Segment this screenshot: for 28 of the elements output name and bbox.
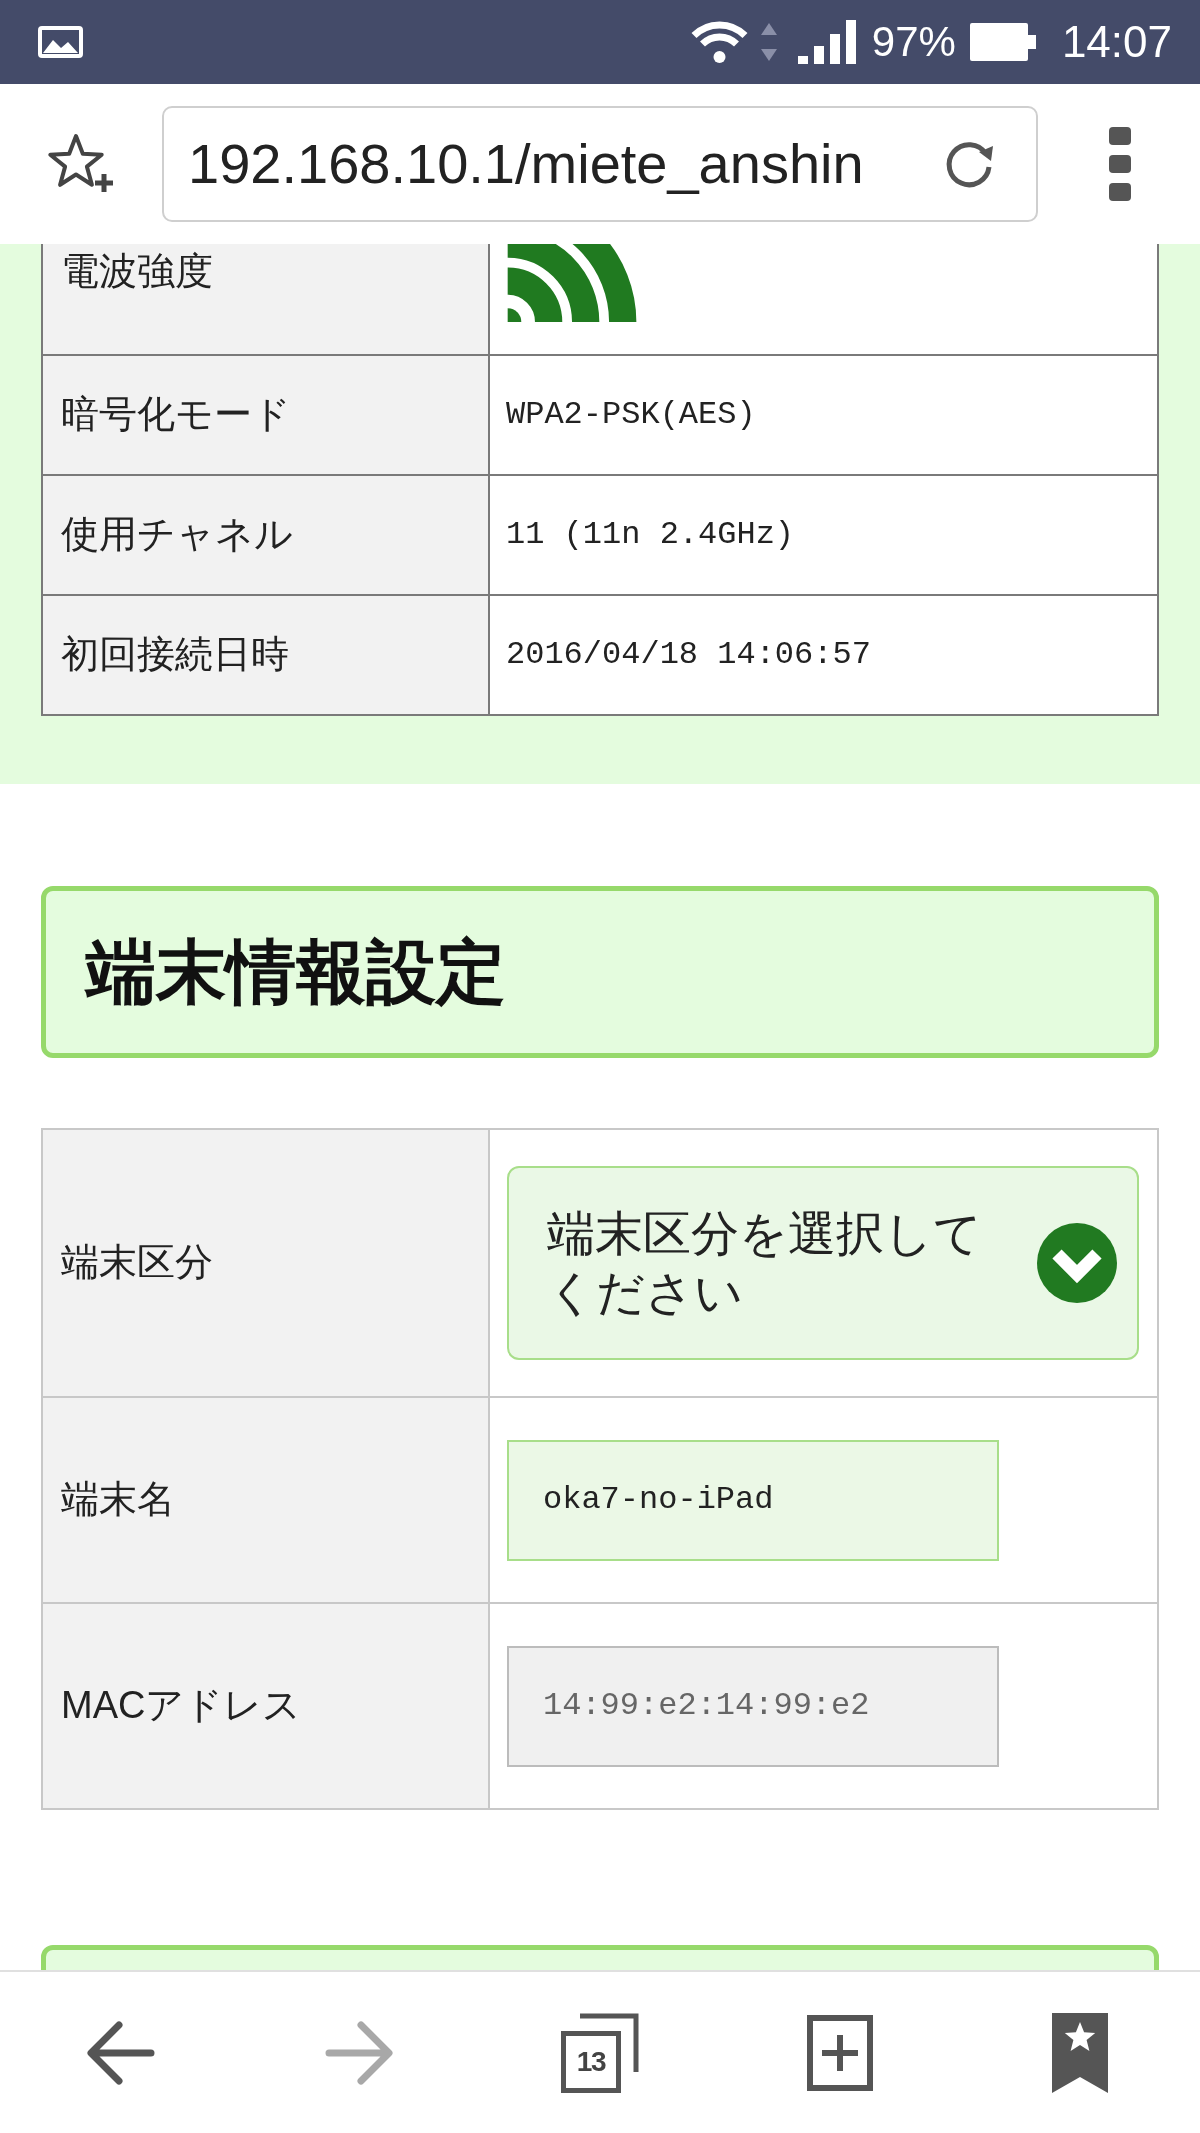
row-label: 電波強度 [61, 249, 213, 294]
row-label: 端末区分 [61, 1240, 213, 1286]
row-value: 11 (11n 2.4GHz) [506, 515, 795, 555]
chevron-down-icon [1037, 1223, 1117, 1303]
signal-bars-icon [797, 20, 856, 64]
battery-icon [969, 23, 1036, 61]
device-type-select[interactable]: 端末区分を選択してください [507, 1166, 1139, 1360]
star-plus-icon[interactable] [46, 133, 116, 195]
menu-icon[interactable] [1109, 127, 1131, 201]
battery-percent: 97% [871, 21, 956, 63]
section-title: 端末情報設定 [86, 937, 506, 1007]
row-label: MACアドレス [61, 1683, 302, 1729]
back-arrow-icon[interactable] [85, 2018, 155, 2087]
input-field[interactable]: oka7-no-iPad [507, 1439, 999, 1561]
clock: 14:07 [1061, 20, 1172, 64]
bookmark-star-icon[interactable] [1052, 2012, 1108, 2093]
image-icon [38, 26, 83, 58]
row-label: 初回接続日時 [61, 632, 289, 678]
plus-square-icon[interactable] [807, 2014, 873, 2091]
readonly-field: 14:99:e2:14:99:e2 [507, 1645, 999, 1767]
row-label: 暗号化モード [61, 392, 291, 438]
row-label: 端末名 [61, 1477, 175, 1523]
tab-count[interactable]: 13 [561, 2030, 621, 2093]
url-field[interactable]: 192.168.10.1/miete_anshin [162, 106, 1038, 222]
row-value: 2016/04/18 14:06:57 [506, 635, 871, 675]
updown-arrows-icon [759, 21, 778, 63]
row-label: 使用チャネル [61, 512, 293, 558]
row-value: WPA2-PSK(AES) [506, 395, 756, 435]
